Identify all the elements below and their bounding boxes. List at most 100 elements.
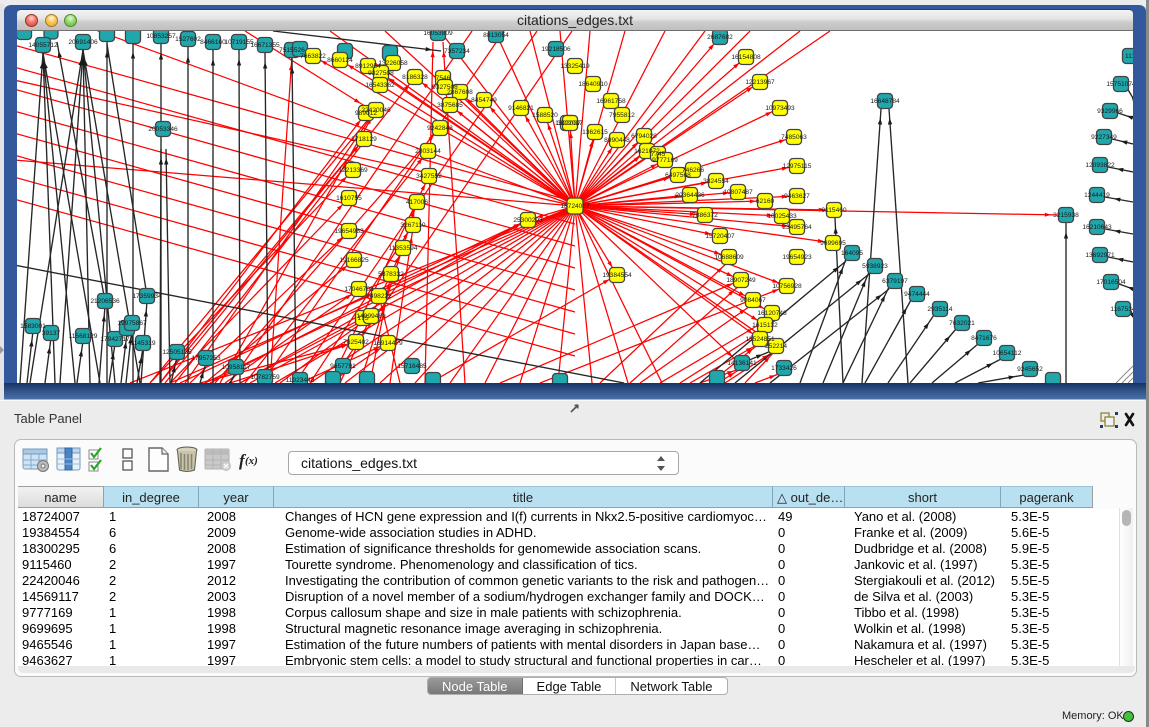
svg-text:16671355: 16671355 [250, 42, 280, 49]
svg-text:7663822: 7663822 [300, 53, 326, 60]
svg-text:39137: 39137 [42, 330, 61, 337]
svg-text:111: 111 [1125, 53, 1133, 60]
svg-text:9146821: 9146821 [508, 105, 534, 112]
svg-text:12213369: 12213369 [338, 167, 368, 174]
svg-text:3824554: 3824554 [703, 178, 729, 185]
svg-text:11568129: 11568129 [69, 333, 98, 340]
svg-text:3267110: 3267110 [400, 222, 426, 229]
svg-text:12975115: 12975115 [783, 163, 812, 170]
svg-text:1145319: 1145319 [130, 340, 156, 347]
svg-text:9245652: 9245652 [1017, 366, 1043, 373]
svg-text:7546: 7546 [436, 75, 451, 82]
svg-text:8466160: 8466160 [200, 39, 226, 46]
svg-text:10973493: 10973493 [765, 105, 795, 112]
svg-text:7886372: 7886372 [692, 212, 718, 219]
svg-text:16120746: 16120746 [757, 310, 787, 317]
svg-text:16053809: 16053809 [423, 31, 453, 37]
svg-text:17016504: 17016504 [1096, 279, 1126, 286]
svg-text:10688609: 10688609 [714, 254, 744, 261]
svg-text:16210643: 16210643 [1082, 224, 1112, 231]
svg-text:11923448: 11923448 [286, 377, 315, 383]
svg-text:1733426: 1733426 [771, 365, 797, 372]
svg-text:21206536: 21206536 [90, 298, 120, 305]
svg-text:9657791: 9657791 [330, 363, 356, 370]
svg-text:8813054: 8813054 [483, 32, 509, 39]
svg-text:8912954: 8912954 [355, 63, 381, 70]
svg-text:(x): (x) [245, 455, 258, 467]
svg-text:19166825: 19166825 [339, 257, 369, 264]
svg-text:7357234: 7357234 [444, 48, 470, 55]
svg-text:6794028: 6794028 [631, 133, 657, 140]
svg-text:1583001: 1583001 [20, 323, 46, 330]
svg-text:164095: 164095 [841, 250, 863, 257]
svg-text:20053346: 20053346 [148, 126, 178, 133]
svg-text:17046708: 17046708 [344, 286, 374, 293]
svg-text:8186328: 8186328 [402, 74, 428, 81]
svg-text:22420046: 22420046 [361, 107, 391, 114]
svg-text:14055712: 14055712 [28, 42, 58, 49]
svg-text:12505135: 12505135 [162, 349, 192, 356]
svg-text:12213967: 12213967 [745, 79, 775, 86]
svg-text:62160: 62160 [756, 198, 775, 205]
svg-text:10958117: 10958117 [222, 364, 251, 371]
svg-text:746266: 746266 [682, 167, 704, 174]
svg-text:7485063: 7485063 [781, 134, 807, 141]
svg-text:9327508: 9327508 [368, 70, 394, 77]
svg-text:2867608: 2867608 [447, 89, 473, 96]
svg-text:10025433: 10025433 [767, 213, 797, 220]
svg-text:5878332: 5878332 [378, 271, 404, 278]
svg-text:19654983: 19654983 [334, 228, 364, 235]
svg-text:1588520: 1588520 [532, 112, 558, 119]
svg-text:7632021: 7632021 [949, 320, 975, 327]
svg-text:3822037: 3822037 [557, 120, 583, 127]
svg-text:18640910: 18640910 [578, 81, 608, 88]
svg-text:2687682: 2687682 [707, 34, 733, 41]
svg-text:10654112: 10654112 [993, 350, 1022, 357]
svg-text:1167534: 1167534 [1110, 306, 1133, 313]
svg-text:1362615: 1362615 [582, 129, 608, 136]
svg-text:15751074: 15751074 [1106, 81, 1133, 88]
svg-text:14099489: 14099489 [356, 313, 386, 320]
svg-text:3875685: 3875685 [437, 102, 463, 109]
svg-text:11353594: 11353594 [389, 245, 418, 252]
svg-text:1498222: 1498222 [366, 293, 392, 300]
svg-text:9463627: 9463627 [784, 193, 810, 200]
svg-text:19975867: 19975867 [117, 320, 147, 327]
svg-text:16154808: 16154808 [731, 54, 761, 61]
svg-text:2803144: 2803144 [415, 148, 441, 155]
svg-text:1244419: 1244419 [1084, 192, 1110, 199]
svg-text:23495764: 23495764 [782, 224, 812, 231]
svg-text:8471676: 8471676 [971, 335, 997, 342]
svg-text:18907249: 18907249 [726, 277, 756, 284]
svg-text:20364436: 20364436 [675, 192, 705, 199]
svg-text:13325419: 13325419 [560, 63, 590, 70]
svg-text:16648784: 16648784 [870, 98, 900, 105]
svg-text:12093822: 12093822 [1085, 162, 1115, 169]
svg-text:3427552: 3427552 [416, 173, 442, 180]
svg-text:8660124: 8660124 [327, 57, 353, 64]
svg-text:417006: 417006 [406, 199, 428, 206]
svg-text:9777169: 9777169 [652, 157, 678, 164]
svg-text:19654923: 19654923 [782, 254, 812, 261]
svg-text:1610755: 1610755 [336, 195, 362, 202]
svg-text:1527602: 1527602 [175, 36, 201, 43]
svg-text:16914479: 16914479 [373, 340, 403, 347]
svg-text:1615132: 1615132 [752, 322, 778, 329]
svg-text:16961758: 16961758 [596, 98, 626, 105]
svg-text:9699695: 9699695 [820, 240, 846, 247]
svg-text:9084067: 9084067 [740, 297, 766, 304]
svg-text:2935114: 2935114 [927, 306, 953, 313]
svg-text:9329966: 9329966 [1097, 108, 1123, 115]
svg-text:8990448: 8990448 [604, 137, 630, 144]
svg-text:3215938: 3215938 [1053, 212, 1079, 219]
svg-text:25300293: 25300293 [513, 217, 543, 224]
svg-text:10853257: 10853257 [146, 33, 176, 40]
svg-text:6379197: 6379197 [882, 278, 908, 285]
svg-text:10756928: 10756928 [772, 283, 802, 290]
svg-text:13692971: 13692971 [1085, 252, 1115, 259]
svg-text:8454749: 8454749 [471, 97, 497, 104]
svg-text:18724007: 18724007 [560, 203, 590, 210]
svg-text:15720407: 15720407 [705, 233, 735, 240]
svg-text:19218506: 19218506 [541, 46, 571, 53]
svg-text:5938923: 5938923 [862, 263, 888, 270]
